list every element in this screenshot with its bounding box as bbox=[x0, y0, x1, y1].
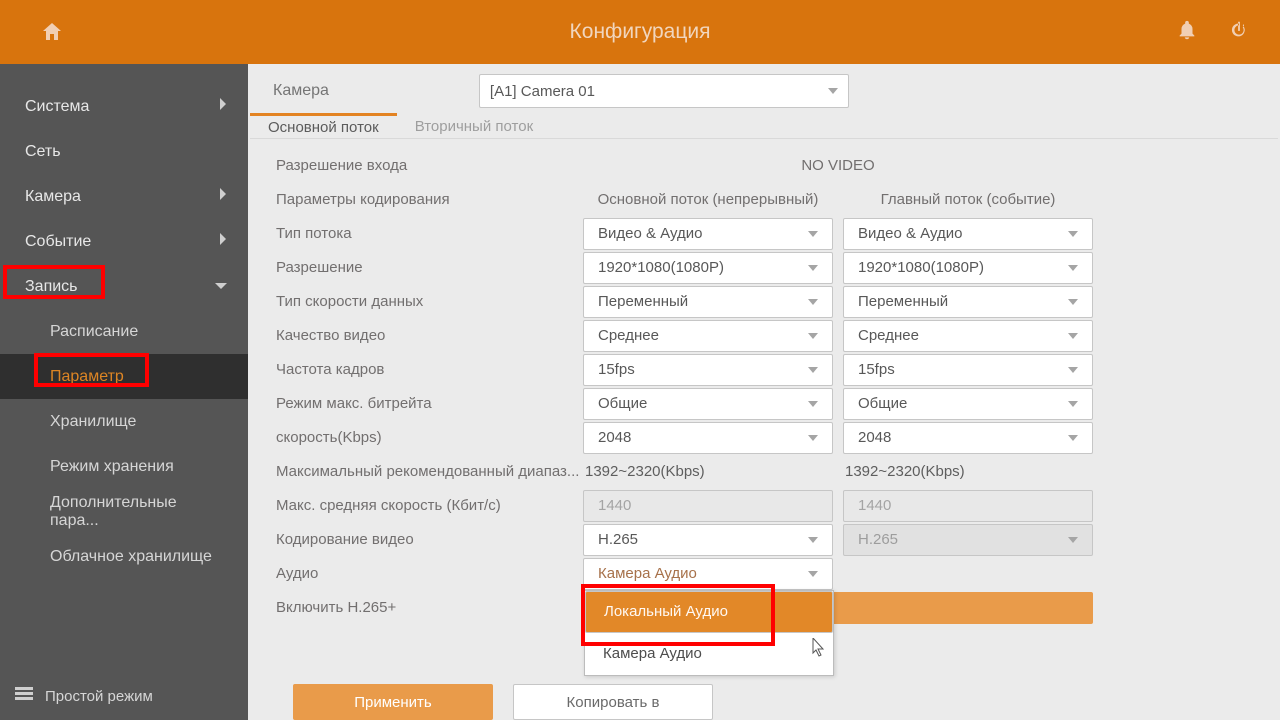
row-max-bitrate-mode: Режим макс. битрейта bbox=[273, 387, 583, 420]
video-quality-b[interactable]: Среднее bbox=[843, 320, 1093, 352]
sidebar-item-network[interactable]: Сеть bbox=[0, 129, 248, 174]
resolution-a[interactable]: 1920*1080(1080P) bbox=[583, 252, 833, 284]
sidebar-item-record[interactable]: Запись bbox=[0, 264, 248, 309]
row-speed: скорость(Kbps) bbox=[273, 421, 583, 454]
rec-range-b: 1392~2320(Kbps) bbox=[843, 455, 1093, 488]
row-framerate: Частота кадров bbox=[273, 353, 583, 386]
chevron-right-icon bbox=[218, 187, 228, 206]
max-bitrate-mode-a[interactable]: Общие bbox=[583, 388, 833, 420]
avg-speed-b: 1440 bbox=[843, 490, 1093, 522]
sidebar: Система Сеть Камера Событие Запись Распи… bbox=[0, 64, 248, 720]
sidebar-item-storage[interactable]: Хранилище bbox=[0, 399, 248, 444]
row-video-quality: Качество видео bbox=[273, 319, 583, 352]
simple-mode-icon bbox=[15, 687, 33, 705]
tab-sub-stream[interactable]: Вторичный поток bbox=[397, 114, 551, 138]
audio-option-local[interactable]: Локальный Аудио bbox=[585, 591, 833, 633]
resolution-b[interactable]: 1920*1080(1080P) bbox=[843, 252, 1093, 284]
caret-down-icon bbox=[828, 88, 838, 94]
video-encoding-a[interactable]: H.265 bbox=[583, 524, 833, 556]
col-main-event: Главный поток (событие) bbox=[843, 183, 1093, 216]
video-quality-a[interactable]: Среднее bbox=[583, 320, 833, 352]
sidebar-item-schedule[interactable]: Расписание bbox=[0, 309, 248, 354]
row-encoding-params: Параметры кодирования bbox=[273, 183, 583, 216]
row-stream-type: Тип потока bbox=[273, 217, 583, 250]
row-avg-speed: Макс. средняя скорость (Кбит/с) bbox=[273, 489, 583, 522]
content-area: Камера [A1] Camera 01 Основной поток Вто… bbox=[248, 64, 1280, 720]
camera-select[interactable]: [A1] Camera 01 bbox=[479, 74, 849, 108]
header-bar: Конфигурация bbox=[0, 0, 1280, 64]
sidebar-item-storage-mode[interactable]: Режим хранения bbox=[0, 444, 248, 489]
avg-speed-a: 1440 bbox=[583, 490, 833, 522]
rec-range-a: 1392~2320(Kbps) bbox=[583, 455, 833, 488]
chevron-right-icon bbox=[218, 232, 228, 251]
chevron-down-icon bbox=[214, 278, 228, 296]
cursor-icon bbox=[812, 638, 826, 658]
row-input-res: Разрешение входа bbox=[273, 149, 583, 182]
row-bitrate-type: Тип скорости данных bbox=[273, 285, 583, 318]
audio-select[interactable]: Камера Аудио Локальный Аудио Камера Ауди… bbox=[583, 558, 833, 590]
page-title: Конфигурация bbox=[570, 20, 711, 44]
max-bitrate-mode-b[interactable]: Общие bbox=[843, 388, 1093, 420]
sidebar-item-event[interactable]: Событие bbox=[0, 219, 248, 264]
tab-main-stream[interactable]: Основной поток bbox=[250, 113, 397, 138]
video-encoding-b: H.265 bbox=[843, 524, 1093, 556]
row-audio: Аудио bbox=[273, 557, 583, 590]
apply-button[interactable]: Применить bbox=[293, 684, 493, 720]
bitrate-type-b[interactable]: Переменный bbox=[843, 286, 1093, 318]
framerate-a[interactable]: 15fps bbox=[583, 354, 833, 386]
power-icon[interactable] bbox=[1228, 19, 1250, 46]
copy-button[interactable]: Копировать в bbox=[513, 684, 713, 720]
bitrate-type-a[interactable]: Переменный bbox=[583, 286, 833, 318]
row-enable-h265plus: Включить H.265+ bbox=[273, 591, 583, 624]
home-icon[interactable] bbox=[40, 20, 64, 44]
chevron-right-icon bbox=[218, 97, 228, 116]
camera-label: Камера bbox=[273, 82, 329, 100]
stream-type-b[interactable]: Видео & Аудио bbox=[843, 218, 1093, 250]
speed-a[interactable]: 2048 bbox=[583, 422, 833, 454]
row-video-encoding: Кодирование видео bbox=[273, 523, 583, 556]
simple-mode-label: Простой режим bbox=[45, 688, 153, 705]
audio-option-camera[interactable]: Камера Аудио bbox=[585, 633, 833, 675]
audio-dropdown: Локальный Аудио Камера Аудио bbox=[584, 590, 834, 676]
row-rec-range: Максимальный рекомендованный диапаз... bbox=[273, 455, 583, 488]
sidebar-item-parameter[interactable]: Параметр bbox=[0, 354, 248, 399]
sidebar-item-system[interactable]: Система bbox=[0, 84, 248, 129]
sidebar-item-cloud[interactable]: Облачное хранилище bbox=[0, 534, 248, 579]
sidebar-footer[interactable]: Простой режим bbox=[15, 687, 153, 705]
bell-icon[interactable] bbox=[1176, 19, 1198, 46]
framerate-b[interactable]: 15fps bbox=[843, 354, 1093, 386]
stream-type-a[interactable]: Видео & Аудио bbox=[583, 218, 833, 250]
sidebar-item-advanced[interactable]: Дополнительные пара... bbox=[0, 489, 248, 534]
no-video-value: NO VIDEO bbox=[583, 149, 1093, 182]
sidebar-item-camera[interactable]: Камера bbox=[0, 174, 248, 219]
speed-b[interactable]: 2048 bbox=[843, 422, 1093, 454]
row-resolution: Разрешение bbox=[273, 251, 583, 284]
col-main-continuous: Основной поток (непрерывный) bbox=[583, 183, 833, 216]
